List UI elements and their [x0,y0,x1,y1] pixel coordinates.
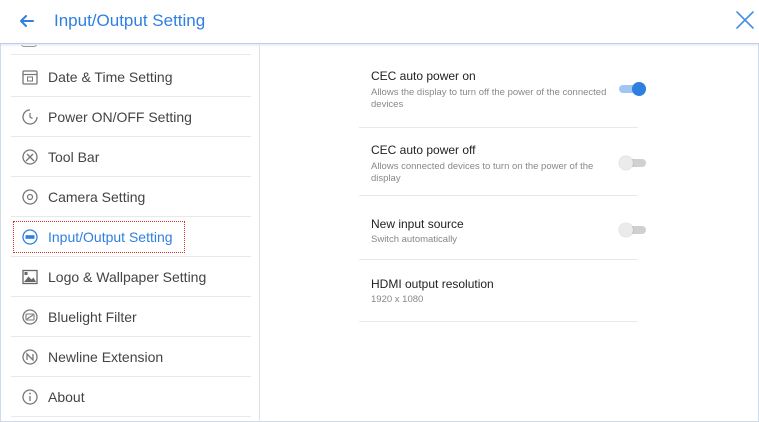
timer-icon [22,109,38,125]
bluelight-icon [22,309,38,325]
sidebar-scroll-sliver [11,45,251,55]
partial-item-icon [21,45,37,47]
toggle-knob [619,156,633,170]
toggle-knob [632,82,646,96]
sidebar-item-label: Newline Extension [48,349,164,365]
sidebar-item-label: Bluelight Filter [48,309,137,325]
info-icon [22,389,38,405]
sidebar-item-camera[interactable]: Camera Setting [11,177,251,217]
setting-description: Switch automatically [371,234,458,245]
sidebar-item-label: About [48,389,85,405]
sidebar-item-power[interactable]: Power ON/OFF Setting [11,97,251,137]
sidebar-item-label: Power ON/OFF Setting [48,109,192,125]
sidebar-item-input-output[interactable]: Input/Output Setting [11,217,251,257]
setting-description: Allows connected devices to turn on the … [371,161,594,184]
sidebar: Date & Time Setting Power ON/OFF Setting… [11,45,251,422]
sidebar-item-tool-bar[interactable]: Tool Bar [11,137,251,177]
back-button[interactable] [16,10,38,32]
setting-cec-auto-power-on[interactable]: CEC auto power on Allows the display to … [359,60,646,128]
close-button[interactable] [734,9,756,31]
setting-new-input-source[interactable]: New input source Switch automatically [359,196,646,260]
panel-divider [259,45,260,422]
sidebar-item-bluelight[interactable]: Bluelight Filter [11,297,251,337]
page-title: Input/Output Setting [54,11,206,30]
sidebar-item-label: Logo & Wallpaper Setting [48,269,207,285]
camera-icon [22,189,38,205]
header-bar: Input/Output Setting [0,0,759,44]
calendar-icon [22,70,38,85]
setting-title: HDMI output resolution [371,277,494,291]
new-input-source-toggle[interactable] [619,223,646,237]
setting-hdmi-output-resolution[interactable]: HDMI output resolution 1920 x 1080 [359,260,638,322]
sidebar-item-label: Input/Output Setting [48,229,173,245]
sidebar-item-logo-wallpaper[interactable]: Logo & Wallpaper Setting [11,257,251,297]
setting-description: Allows the display to turn off the power… [371,87,607,110]
setting-title: CEC auto power on [371,69,476,83]
image-icon [22,269,38,285]
hdmi-resolution-value: 1920 x 1080 [371,294,424,305]
close-icon [736,11,754,29]
sidebar-item-label: Tool Bar [48,149,100,165]
cec-auto-power-off-toggle[interactable] [619,156,646,170]
tools-icon [22,149,38,165]
cec-auto-power-on-toggle[interactable] [619,82,646,96]
setting-title: CEC auto power off [371,143,476,157]
sidebar-item-date-time[interactable]: Date & Time Setting [11,57,251,97]
toggle-knob [619,223,633,237]
input-output-icon [22,229,38,245]
setting-title: New input source [371,217,464,231]
sidebar-item-label: Camera Setting [48,189,146,205]
sidebar-item-label: Date & Time Setting [48,69,173,85]
setting-cec-auto-power-off[interactable]: CEC auto power off Allows connected devi… [359,128,646,196]
extension-icon [22,349,38,365]
sidebar-item-about[interactable]: About [11,377,251,417]
sidebar-item-newline-extension[interactable]: Newline Extension [11,337,251,377]
arrow-left-icon [20,15,34,27]
